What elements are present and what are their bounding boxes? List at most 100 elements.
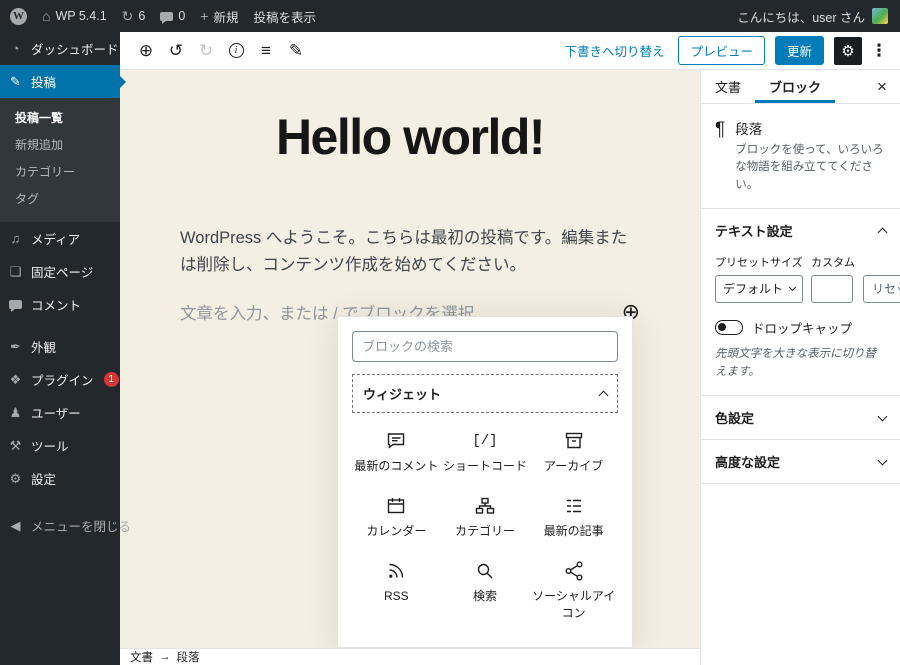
wordpress-logo-icon: W xyxy=(10,7,27,25)
edit-tool-button[interactable]: ✎ xyxy=(282,37,310,65)
redo-button[interactable]: ↻ xyxy=(192,37,220,65)
panel-title: 色設定 xyxy=(715,411,755,427)
block-type-shortcode[interactable]: [/] ショートコード xyxy=(441,429,530,474)
chevron-down-icon xyxy=(788,284,797,292)
sidebar-item-dashboard[interactable]: ◔ ダッシュボード xyxy=(0,32,120,65)
chevron-up-icon xyxy=(598,390,609,401)
comments-indicator[interactable]: 0 xyxy=(160,9,185,24)
dropcap-toggle[interactable] xyxy=(715,319,743,335)
sidebar-item-pages[interactable]: ❏ 固定ページ xyxy=(0,255,120,288)
breadcrumb-current-block[interactable]: 段落 xyxy=(177,649,200,665)
block-type-label: アーカイブ xyxy=(544,459,604,473)
view-post-link[interactable]: 投稿を表示 xyxy=(254,7,317,26)
post-paragraph-block[interactable]: WordPress へようこそ。こちらは最初の投稿です。編集または削除し、コンテ… xyxy=(180,225,640,278)
block-search-input[interactable] xyxy=(352,331,618,362)
sidebar-item-label: ツール xyxy=(31,440,69,454)
reset-button[interactable]: リセット xyxy=(863,274,900,303)
chevron-up-icon xyxy=(877,227,888,238)
submenu-item-all-posts[interactable]: 投稿一覧 xyxy=(0,104,120,131)
advanced-settings-header[interactable]: 高度な設定 xyxy=(701,440,900,483)
submenu-item-tags[interactable]: タグ xyxy=(0,185,120,212)
wordpress-logo-menu[interactable]: W xyxy=(10,7,27,25)
update-button[interactable]: 更新 xyxy=(774,36,824,65)
block-type-label: 最新の記事 xyxy=(543,524,604,539)
block-type-label: カテゴリー xyxy=(454,524,515,539)
block-card-description: ブロックを使って、いろいろな物語を組み立ててください。 xyxy=(735,144,884,191)
close-settings-button[interactable]: × xyxy=(864,70,900,103)
user-greeting[interactable]: こんにちは、user さん xyxy=(737,7,865,26)
collapse-menu-button[interactable]: ◀ メニューを閉じる xyxy=(0,509,132,542)
new-content-menu[interactable]: + 新規 xyxy=(200,7,238,26)
breadcrumb-document[interactable]: 文書 xyxy=(130,649,153,665)
editor-toolbar: ⊕ ↺ ↻ i ≡ ✎ 下書きへ切り替え プレビュー 更新 ⚙ ⋮ xyxy=(120,32,900,70)
text-settings-header[interactable]: テキスト設定 xyxy=(701,209,900,252)
custom-size-input[interactable] xyxy=(811,274,853,303)
block-inserter-button[interactable]: ⊕ xyxy=(132,37,160,65)
block-type-archives[interactable]: アーカイブ xyxy=(529,429,618,474)
block-navigation-button[interactable]: ≡ xyxy=(252,37,280,65)
brush-icon: ✒ xyxy=(10,339,21,354)
user-avatar[interactable] xyxy=(872,8,888,24)
block-type-categories[interactable]: カテゴリー xyxy=(441,494,530,539)
submenu-item-categories[interactable]: カテゴリー xyxy=(0,158,120,185)
block-type-latest-posts[interactable]: 最新の記事 xyxy=(529,494,618,539)
menu-separator xyxy=(0,321,120,330)
block-card: ¶ 段落 ブロックを使って、いろいろな物語を組み立ててください。 xyxy=(701,104,900,209)
sidebar-item-settings[interactable]: ⚙ 設定 xyxy=(0,462,120,495)
document-breadcrumb: 文書 → 段落 xyxy=(120,648,700,665)
tab-block[interactable]: ブロック xyxy=(755,70,835,103)
sidebar-item-comments[interactable]: コメント xyxy=(0,288,120,321)
block-type-social-icons[interactable]: ソーシャルアイコン xyxy=(529,559,618,620)
block-grid: 最新のコメント [/] ショートコード アーカイブ カレンダー カテゴリー 最新… xyxy=(352,413,618,621)
sidebar-item-users[interactable]: ♟ ユーザー xyxy=(0,396,120,429)
sidebar-item-plugins[interactable]: ❖ プラグイン 1 xyxy=(0,363,120,396)
plugin-update-badge: 1 xyxy=(103,372,120,387)
block-card-title: 段落 xyxy=(735,122,763,137)
color-settings-panel: 色設定 xyxy=(701,396,900,441)
sidebar-item-posts[interactable]: ✎ 投稿 xyxy=(0,65,126,98)
post-title-field[interactable]: Hello world! xyxy=(180,110,640,165)
color-settings-header[interactable]: 色設定 xyxy=(701,396,900,439)
submenu-item-add-new[interactable]: 新規追加 xyxy=(0,131,120,158)
sidebar-item-label: 投稿 xyxy=(31,76,57,90)
block-type-latest-comments[interactable]: 最新のコメント xyxy=(352,429,441,474)
block-type-label: 最新のコメント xyxy=(354,459,439,473)
comments-icon xyxy=(8,298,23,312)
switch-to-draft-button[interactable]: 下書きへ切り替え xyxy=(564,41,664,60)
tab-document[interactable]: 文書 xyxy=(701,70,755,103)
sidebar-item-media[interactable]: ♫ メディア xyxy=(0,222,120,255)
sidebar-item-label: ユーザー xyxy=(31,407,81,421)
admin-menu: ◔ ダッシュボード ✎ 投稿 投稿一覧 新規追加 カテゴリー タグ ♫ メディア… xyxy=(0,32,132,665)
posts-submenu: 投稿一覧 新規追加 カテゴリー タグ xyxy=(0,98,120,222)
block-type-label: ソーシャルアイコン xyxy=(532,589,616,620)
updates-indicator[interactable]: ↻ 6 xyxy=(122,9,146,23)
paragraph-icon: ¶ xyxy=(715,119,726,140)
category-icon xyxy=(475,497,495,514)
editor-canvas: Hello world! WordPress へようこそ。こちらは最初の投稿です… xyxy=(120,70,700,648)
search-icon xyxy=(477,564,493,579)
settings-gear-button[interactable]: ⚙ xyxy=(834,36,862,65)
block-type-label: 検索 xyxy=(472,589,497,604)
widgets-section-header[interactable]: ウィジェット xyxy=(352,374,618,413)
site-name-menu[interactable]: ⌂ WP 5.4.1 xyxy=(42,9,107,23)
sidebar-item-label: ダッシュボード xyxy=(31,43,119,57)
media-icon: ♫ xyxy=(10,231,21,246)
block-type-calendar[interactable]: カレンダー xyxy=(352,494,441,539)
comment-icon xyxy=(388,433,405,449)
content-structure-button[interactable]: i xyxy=(222,37,250,65)
preset-size-select[interactable]: デフォルト xyxy=(715,274,803,303)
preview-button[interactable]: プレビュー xyxy=(678,36,765,65)
sidebar-item-appearance[interactable]: ✒ 外観 xyxy=(0,330,120,363)
dropcap-help-text: 先頭文字を大きな表示に切り替えます。 xyxy=(715,347,876,378)
block-type-search[interactable]: 検索 xyxy=(441,559,530,620)
panel-title: テキスト設定 xyxy=(715,223,793,239)
sidebar-item-tools[interactable]: ⚒ ツール xyxy=(0,429,120,462)
admin-bar: W ⌂ WP 5.4.1 ↻ 6 0 + 新規 投稿を表示 こんにちは、user… xyxy=(0,0,900,32)
undo-button[interactable]: ↺ xyxy=(162,37,190,65)
block-type-rss[interactable]: RSS xyxy=(352,559,441,620)
settings-sidebar: 文書 ブロック × ¶ 段落 ブロックを使って、いろいろな物語を組み立ててくださ… xyxy=(700,70,900,665)
more-options-button[interactable]: ⋮ xyxy=(868,37,890,65)
block-inserter-popover: ウィジェット 最新のコメント [/] ショートコード xyxy=(337,316,633,648)
user-icon: ♟ xyxy=(9,405,22,420)
plugin-icon: ❖ xyxy=(9,372,22,387)
